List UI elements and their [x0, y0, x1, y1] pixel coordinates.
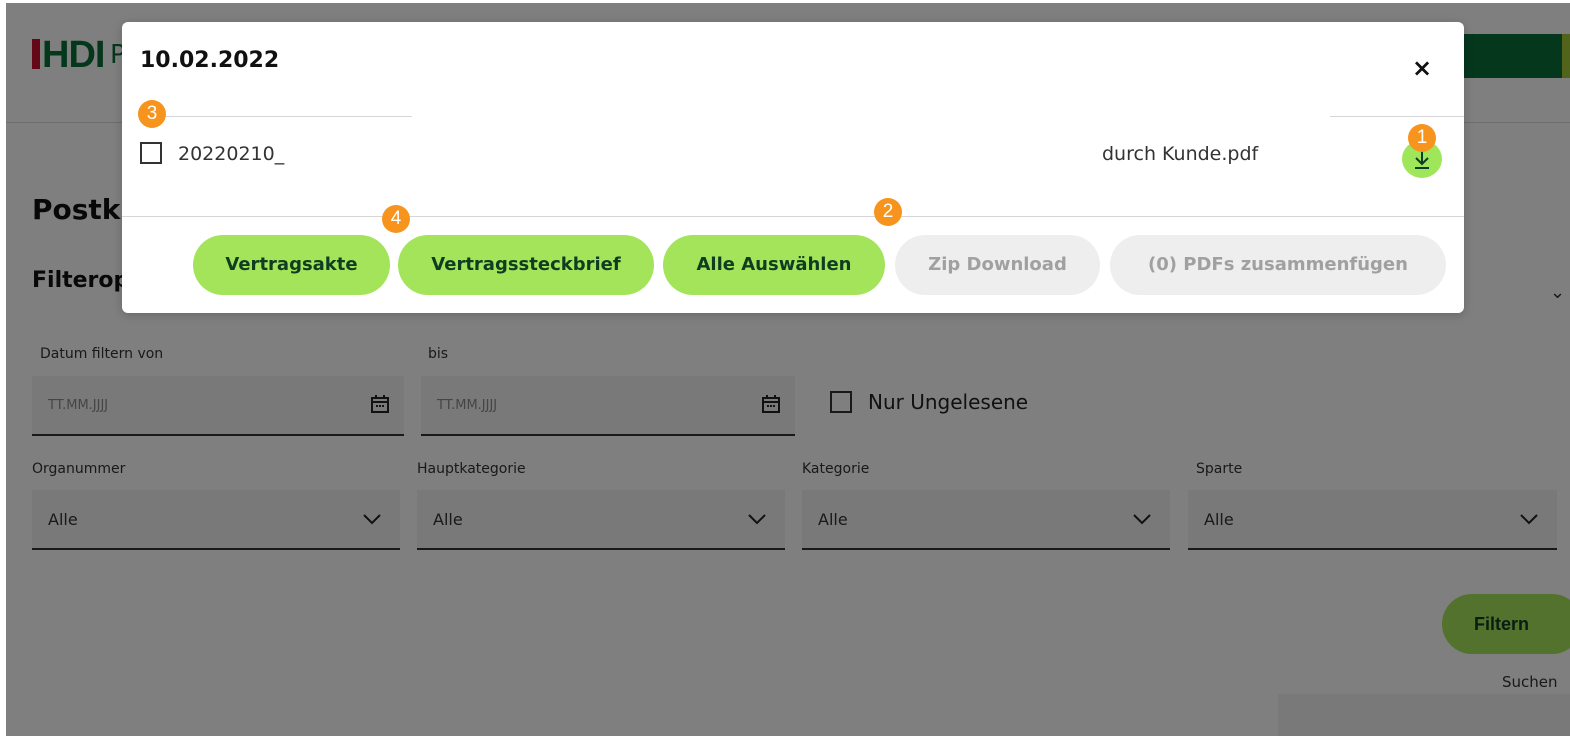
vertragssteckbrief-button[interactable]: Vertragssteckbrief — [398, 235, 654, 295]
zip-download-button[interactable]: Zip Download — [895, 235, 1100, 295]
divider — [122, 216, 1464, 217]
frame-left — [0, 0, 6, 736]
annotation-badge-2: 2 — [874, 198, 902, 226]
divider — [140, 116, 412, 117]
close-icon[interactable]: × — [1408, 54, 1436, 82]
file-name-end[interactable]: durch Kunde.pdf — [1102, 143, 1258, 165]
vertragsakte-button[interactable]: Vertragsakte — [193, 235, 390, 295]
document-modal: 10.02.2022 × 20220210_ durch Kunde.pdf V… — [122, 22, 1464, 313]
annotation-badge-4: 4 — [382, 205, 410, 233]
divider — [1330, 116, 1464, 117]
frame-top — [0, 0, 1570, 3]
file-checkbox[interactable] — [140, 142, 162, 164]
annotation-badge-3: 3 — [138, 100, 166, 128]
file-name-start[interactable]: 20220210_ — [178, 143, 284, 165]
select-all-button[interactable]: Alle Auswählen — [663, 235, 885, 295]
merge-pdfs-button[interactable]: (0) PDFs zusammenfügen — [1110, 235, 1446, 295]
annotation-badge-1: 1 — [1408, 124, 1436, 152]
modal-title: 10.02.2022 — [140, 48, 280, 73]
